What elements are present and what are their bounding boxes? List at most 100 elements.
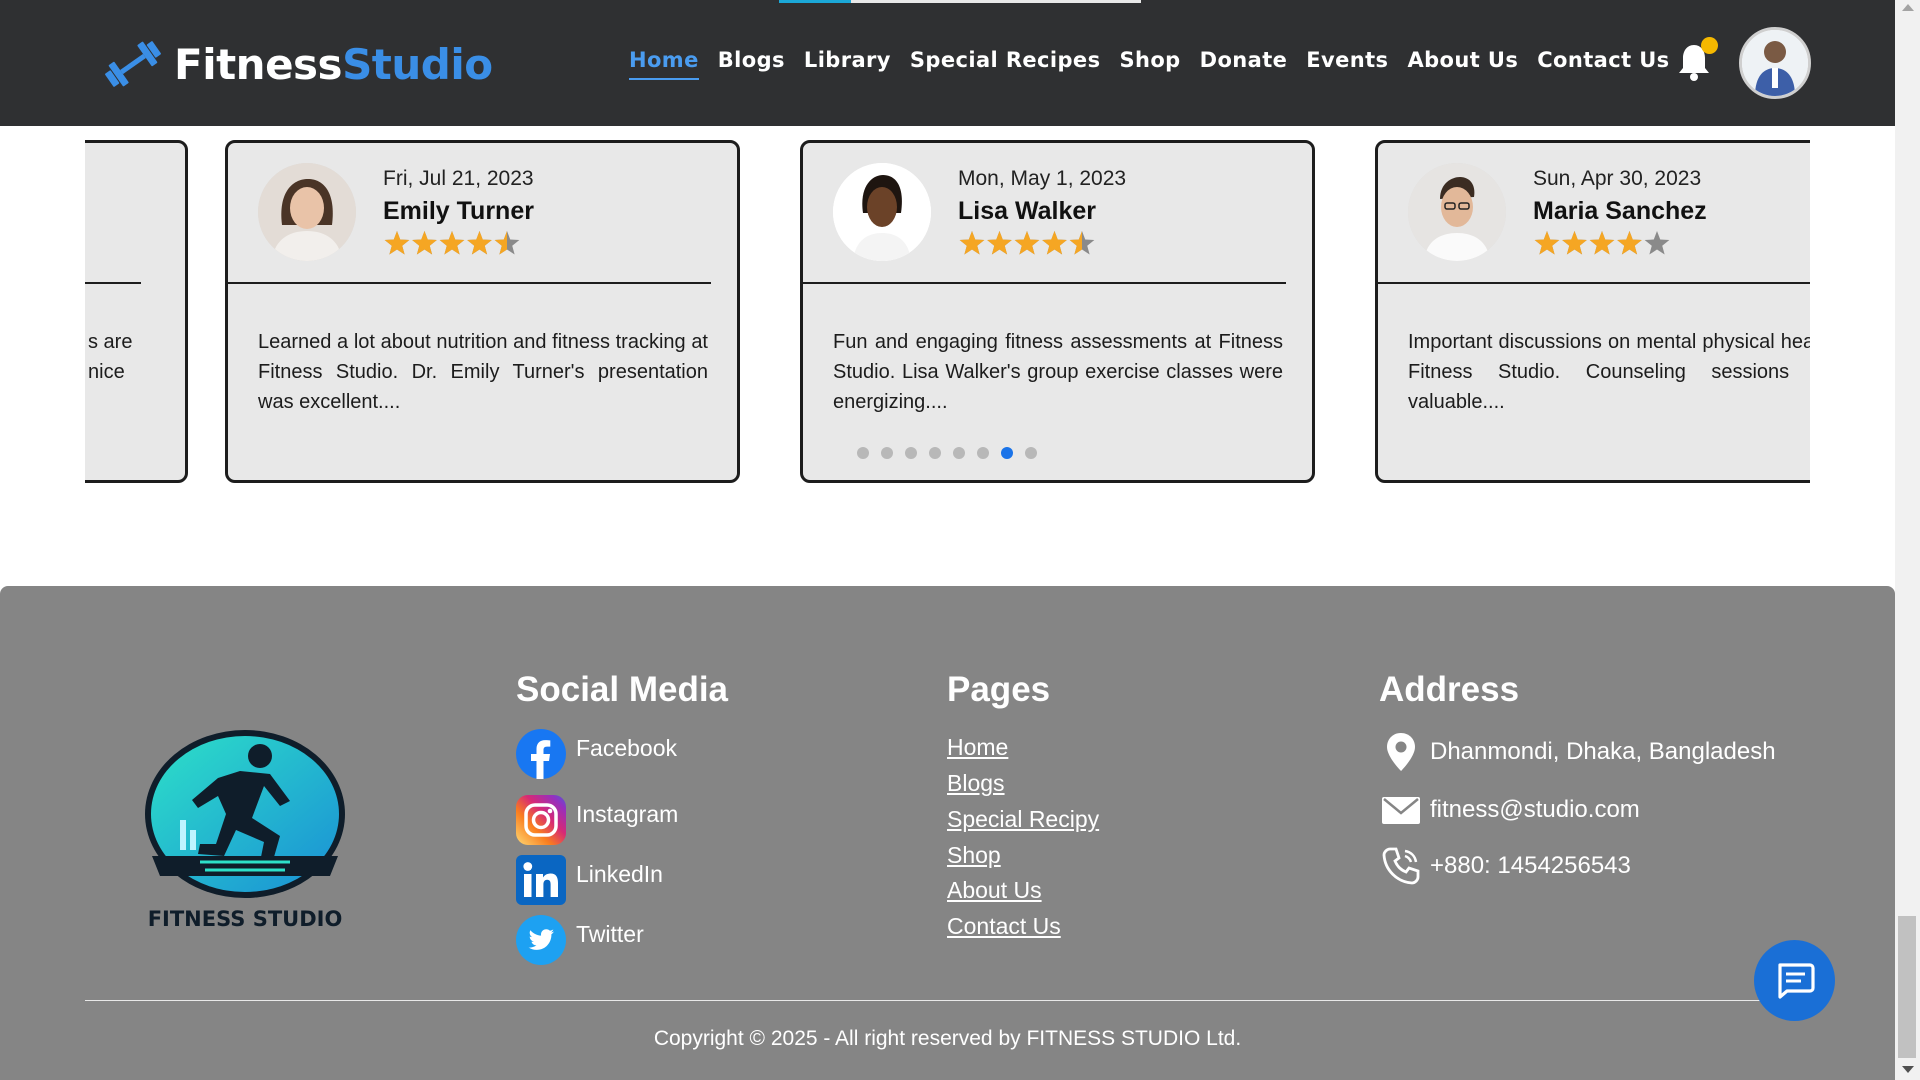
address-phone[interactable]: +880: 1454256543 bbox=[1380, 845, 1631, 887]
pages-heading: Pages bbox=[947, 670, 1051, 709]
star-icon bbox=[1644, 231, 1670, 255]
review-date: Sun, Apr 30, 2023 bbox=[1533, 167, 1702, 190]
reviewer-photo-image bbox=[258, 163, 356, 261]
star-fill-icon bbox=[1617, 231, 1642, 255]
star-fill-icon bbox=[987, 231, 1012, 255]
user-avatar[interactable] bbox=[1739, 27, 1811, 99]
runner-emblem-icon: FITNESS STUDIO bbox=[145, 730, 345, 931]
footer-logo-caption: FITNESS STUDIO bbox=[148, 907, 343, 931]
address-email[interactable]: fitness@studio.com bbox=[1380, 789, 1640, 831]
star-rating bbox=[1534, 231, 1670, 255]
footer-divider bbox=[85, 1000, 1810, 1001]
nav-shop[interactable]: Shop bbox=[1119, 48, 1180, 80]
star-rating bbox=[959, 231, 1095, 255]
nav-events[interactable]: Events bbox=[1306, 48, 1388, 80]
nav-blogs[interactable]: Blogs bbox=[718, 48, 785, 80]
card-divider bbox=[228, 282, 711, 284]
reviewer-name: Maria Sanchez bbox=[1533, 197, 1707, 225]
nav-contact-us[interactable]: Contact Us bbox=[1537, 48, 1669, 80]
user-avatar-image bbox=[1742, 30, 1808, 96]
footer-link-contact-us[interactable]: Contact Us bbox=[947, 913, 1061, 940]
social-link-linkedin[interactable]: LinkedIn bbox=[516, 855, 663, 905]
card-text-line: nice bbox=[88, 361, 125, 383]
testimonial-card: Mon, May 1, 2023 Lisa Walker Fun and eng… bbox=[800, 140, 1315, 483]
carousel-dot[interactable] bbox=[905, 447, 917, 459]
notification-badge bbox=[1701, 37, 1718, 54]
testimonial-card: Sun, Apr 30, 2023 Maria Sanchez Importan… bbox=[1375, 140, 1810, 483]
footer-link-home[interactable]: Home bbox=[947, 734, 1008, 761]
star-rating bbox=[384, 231, 520, 255]
reviewer-photo bbox=[258, 163, 356, 261]
star-fill-icon bbox=[1042, 231, 1067, 255]
nav-special-recipes[interactable]: Special Recipes bbox=[910, 48, 1101, 80]
star-fill-icon bbox=[1589, 231, 1615, 255]
star-fill-icon bbox=[1534, 231, 1560, 255]
footer-link-shop[interactable]: Shop bbox=[947, 842, 1001, 869]
carousel-dot[interactable] bbox=[881, 447, 893, 459]
review-text: Learned a lot about nutrition and fitnes… bbox=[258, 331, 708, 413]
carousel-dot[interactable] bbox=[929, 447, 941, 459]
card-text-fragment: s are nice bbox=[88, 327, 132, 387]
social-label: Twitter bbox=[576, 920, 644, 947]
nav-about-us[interactable]: About Us bbox=[1407, 48, 1518, 80]
brand-name-part1: Fitness bbox=[174, 39, 343, 89]
social-link-facebook[interactable]: Facebook bbox=[516, 729, 677, 779]
social-label: Instagram bbox=[576, 800, 679, 827]
nav-library[interactable]: Library bbox=[804, 48, 891, 80]
header-progress-fill bbox=[779, 0, 851, 3]
address-heading: Address bbox=[1379, 670, 1520, 709]
email-text: fitness@studio.com bbox=[1430, 796, 1640, 823]
scroll-down-arrow-icon[interactable] bbox=[1902, 1066, 1914, 1073]
social-label: Facebook bbox=[576, 734, 678, 761]
chat-icon bbox=[1777, 962, 1815, 999]
social-media-heading: Social Media bbox=[516, 670, 729, 709]
facebook-icon bbox=[516, 729, 566, 779]
social-label: LinkedIn bbox=[576, 860, 663, 887]
carousel-dot[interactable] bbox=[1001, 447, 1013, 459]
nav-donate[interactable]: Donate bbox=[1200, 48, 1288, 80]
card-divider bbox=[803, 282, 1286, 284]
footer-logo[interactable]: FITNESS STUDIO bbox=[140, 726, 350, 932]
reviewer-photo bbox=[833, 163, 931, 261]
footer-link-special-recipy[interactable]: Special Recipy bbox=[947, 806, 1099, 833]
instagram-icon bbox=[516, 795, 566, 845]
address-text: Dhanmondi, Dhaka, Bangladesh bbox=[1430, 738, 1776, 765]
brand-logo[interactable]: FitnessStudio bbox=[100, 38, 493, 90]
testimonial-carousel: s are nice Fri, Jul 21, 2023 Emily Turne… bbox=[85, 138, 1810, 488]
star-fill-icon bbox=[467, 231, 492, 255]
mail-icon bbox=[1382, 797, 1420, 824]
review-text: Fun and engaging fitness assessments at … bbox=[833, 331, 1283, 413]
carousel-dot[interactable] bbox=[857, 447, 869, 459]
carousel-dot[interactable] bbox=[977, 447, 989, 459]
footer-link-blogs[interactable]: Blogs bbox=[947, 770, 1005, 797]
chat-button[interactable] bbox=[1754, 940, 1835, 1021]
brand-name-part2: Studio bbox=[342, 39, 493, 89]
scrollbar-thumb[interactable] bbox=[1898, 916, 1916, 1058]
testimonial-card-partial-left: s are nice bbox=[85, 140, 188, 483]
star-fill-icon bbox=[412, 231, 437, 255]
social-link-twitter[interactable]: Twitter bbox=[516, 915, 644, 965]
dumbbell-icon bbox=[105, 41, 161, 87]
carousel-dot[interactable] bbox=[1025, 447, 1037, 459]
reviewer-name: Lisa Walker bbox=[958, 197, 1097, 225]
twitter-icon bbox=[516, 915, 566, 965]
review-date: Mon, May 1, 2023 bbox=[958, 167, 1127, 190]
reviewer-photo-image bbox=[833, 163, 931, 261]
reviewer-photo-image bbox=[1408, 163, 1506, 261]
card-text-line: s are bbox=[88, 331, 133, 353]
nav-home[interactable]: Home bbox=[629, 48, 699, 80]
scroll-up-arrow-icon[interactable] bbox=[1902, 4, 1914, 11]
linkedin-icon bbox=[516, 855, 566, 905]
star-fill-icon bbox=[1562, 231, 1587, 255]
review-date: Fri, Jul 21, 2023 bbox=[383, 167, 534, 190]
reviewer-photo bbox=[1408, 163, 1506, 261]
footer-link-about-us[interactable]: About Us bbox=[947, 877, 1042, 904]
social-link-instagram[interactable]: Instagram bbox=[516, 795, 678, 845]
star-fill-icon bbox=[439, 231, 465, 255]
carousel-pagination bbox=[857, 447, 1049, 459]
card-divider bbox=[1378, 282, 1810, 284]
address-location: Dhanmondi, Dhaka, Bangladesh bbox=[1380, 731, 1776, 773]
carousel-dot[interactable] bbox=[953, 447, 965, 459]
location-pin-icon bbox=[1387, 733, 1415, 771]
main-nav: Home Blogs Library Special Recipes Shop … bbox=[629, 48, 1689, 80]
